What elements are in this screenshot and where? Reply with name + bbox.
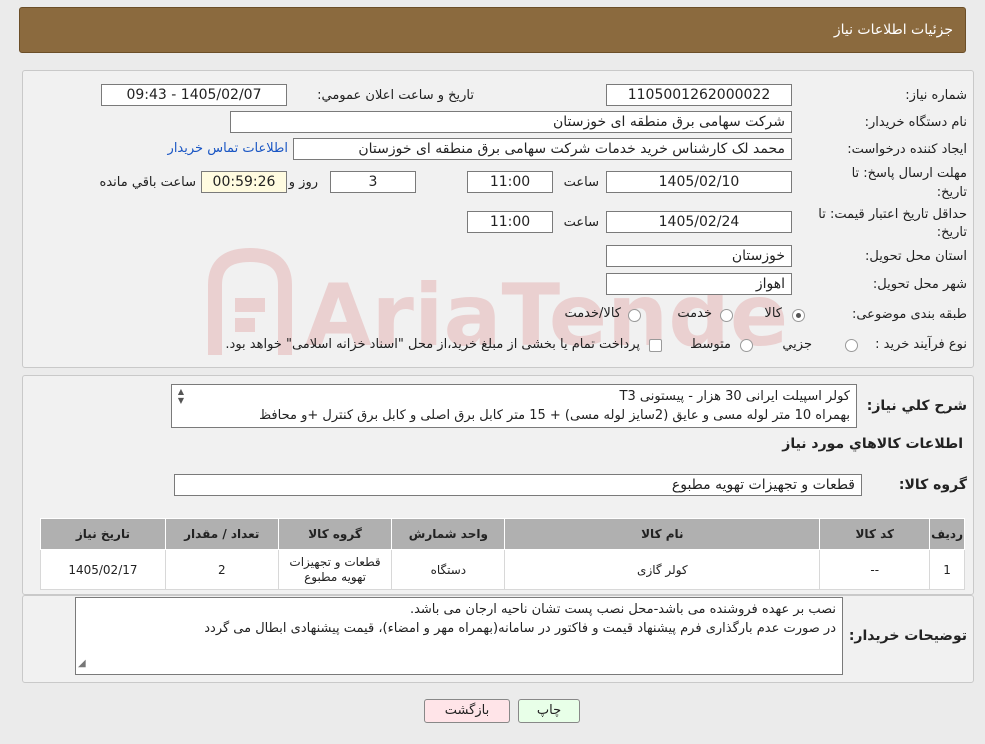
process-checkbox-treasury[interactable] (649, 339, 662, 352)
city-label: شهر محل تحويل: (872, 277, 967, 292)
category-option-service: خدمت (677, 306, 712, 321)
process-option-minor: جزيي (782, 337, 812, 352)
validity-time-label: ساعت (563, 215, 599, 230)
category-radio-goods[interactable] (792, 309, 805, 322)
col-date: تاريخ نياز (40, 518, 166, 550)
process-option-medium: متوسط (690, 337, 731, 352)
table-header-row: رديف کد کالا نام کالا واحد شمارش گروه کا… (40, 518, 965, 550)
province-label: استان محل تحويل: (865, 249, 967, 264)
process-radio-medium[interactable] (740, 339, 753, 352)
col-code: کد کالا (819, 518, 931, 550)
category-radio-goods-service[interactable] (628, 309, 641, 322)
buyer-label: نام دستگاه خريدار: (864, 115, 967, 130)
print-button[interactable]: چاپ (518, 699, 580, 723)
deadline-time-label: ساعت (563, 175, 599, 190)
validity-label-date: تاريخ: (936, 225, 967, 240)
goods-group-field: قطعات و تجهیزات تهویه مطبوع (174, 474, 862, 496)
process-type-label: نوع فرآيند خريد : (875, 337, 967, 352)
creator-field: محمد لک کارشناس خرید خدمات شرکت سهامی بر… (293, 138, 792, 160)
col-qty: تعداد / مقدار (164, 518, 279, 550)
col-row: رديف (929, 518, 965, 550)
cell-qty: 2 (164, 549, 279, 590)
need-number-label: شماره نیاز: (905, 88, 967, 103)
cell-group: قطعات و تجهیزات تهویه مطبوع (277, 549, 393, 590)
validity-label: حداقل تاريخ اعتبار قيمت: تا (818, 207, 967, 222)
remaining-time-field: 00:59:26 (201, 171, 287, 193)
table-row: 1 -- کولر گازی دستگاه قطعات و تجهیزات ته… (40, 549, 965, 590)
notes-line-2: در صورت عدم بارگذاری فرم پیشنهاد قیمت و … (204, 621, 836, 636)
page-title: جزئیات اطلاعات نیاز (833, 22, 953, 38)
description-line-2: بهمراه 10 متر لوله مسی و عایق (2سایز لول… (259, 408, 850, 423)
deadline-label-date: تاريخ: (936, 185, 967, 200)
goods-section-title: اطلاعات کالاهاي مورد نياز (782, 436, 963, 452)
days-label: روز و (288, 175, 318, 190)
buyer-contact-link[interactable]: اطلاعات تماس خريدار (168, 141, 288, 156)
page-header: جزئیات اطلاعات نیاز (19, 7, 966, 53)
col-unit: واحد شمارش (391, 518, 506, 550)
col-group: گروه کالا (277, 518, 393, 550)
cell-code: -- (819, 549, 931, 590)
announce-date-field: 1405/02/07 - 09:43 (101, 84, 287, 106)
deadline-label: مهلت ارسال پاسخ: تا (851, 166, 967, 181)
deadline-time-field: 11:00 (467, 171, 553, 193)
description-line-1: کولر اسپیلت ایرانی 30 هزار - پیستونی T3 (619, 389, 850, 404)
announce-date-label: تاریخ و ساعت اعلان عمومي: (317, 88, 474, 103)
goods-table: رديف کد کالا نام کالا واحد شمارش گروه کا… (40, 518, 965, 590)
back-button[interactable]: بازگشت (424, 699, 510, 723)
notes-line-1: نصب بر عهده فروشنده می باشد-محل نصب پست … (409, 602, 836, 617)
buyer-notes-label: توضيحات خريدار: (848, 628, 967, 644)
validity-date-field: 1405/02/24 (606, 211, 792, 233)
province-field: خوزستان (606, 245, 792, 267)
col-name: نام کالا (504, 518, 821, 550)
buyer-notes-textarea[interactable]: نصب بر عهده فروشنده می باشد-محل نصب پست … (75, 597, 843, 675)
process-radio-minor[interactable] (845, 339, 858, 352)
category-label: طبقه بندی موضوعی: (851, 307, 967, 322)
category-option-goods: کالا (764, 306, 782, 321)
goods-group-label: گروه کالا: (898, 477, 967, 493)
days-remaining-field: 3 (330, 171, 416, 193)
description-label: شرح کلي نياز: (866, 398, 967, 414)
need-number-field: 1105001262000022 (606, 84, 792, 106)
cell-name: کولر گازی (504, 549, 821, 590)
category-radio-service[interactable] (720, 309, 733, 322)
remaining-time-label: ساعت باقي مانده (99, 175, 196, 190)
deadline-date-field: 1405/02/10 (606, 171, 792, 193)
validity-time-field: 11:00 (467, 211, 553, 233)
scroll-arrows-icon[interactable]: ▲ ▼ (174, 387, 184, 405)
process-treasury-note: پرداخت تمام یا بخشی از مبلغ خرید،از محل … (225, 337, 640, 352)
resize-grip-icon[interactable]: ◢ (78, 654, 86, 673)
creator-label: ايجاد کننده درخواست: (847, 142, 967, 157)
cell-row: 1 (929, 549, 965, 590)
description-textarea[interactable]: کولر اسپیلت ایرانی 30 هزار - پیستونی T3 … (171, 384, 857, 428)
cell-date: 1405/02/17 (40, 549, 166, 590)
category-option-goods-service: کالا/خدمت (564, 306, 621, 321)
cell-unit: دستگاه (391, 549, 506, 590)
buyer-field: شرکت سهامی برق منطقه ای خوزستان (230, 111, 792, 133)
city-field: اهواز (606, 273, 792, 295)
